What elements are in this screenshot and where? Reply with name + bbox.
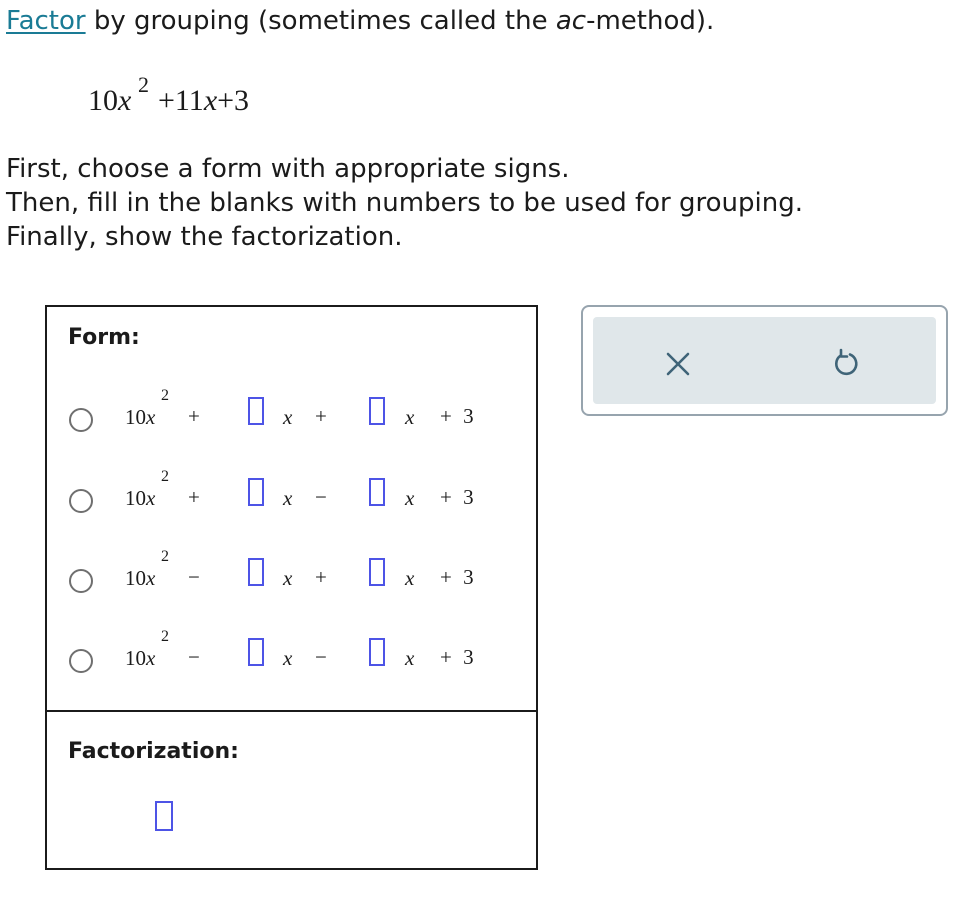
undo-icon (835, 348, 858, 376)
var-1: x (283, 566, 293, 590)
lead-coef: 10 (125, 486, 146, 510)
expr-rest: +11x+3 (158, 84, 250, 117)
sign-1: − (188, 645, 200, 669)
lead-var: x (146, 646, 156, 670)
form-option-radio[interactable] (69, 649, 93, 673)
constant-term: + 3 (440, 485, 474, 509)
factor-link[interactable]: Factor (6, 6, 86, 36)
sign-1: − (188, 565, 200, 589)
var-1: x (283, 486, 293, 510)
prompt-text-2: -method). (586, 6, 715, 36)
lead-exponent: 2 (161, 387, 169, 404)
sign-2: + (315, 565, 327, 589)
problem-prompt: Factor by grouping (sometimes called the… (6, 2, 714, 40)
constant-term: + 3 (440, 404, 474, 428)
undo-button[interactable] (829, 347, 863, 381)
var-2: x (405, 646, 415, 670)
form-label: Form: (68, 325, 140, 350)
sign-2: + (315, 404, 327, 428)
form-option-radio[interactable] (69, 489, 93, 513)
form-option-radio[interactable] (69, 408, 93, 432)
lead-exponent: 2 (161, 628, 169, 645)
blank-input-1[interactable] (248, 397, 264, 425)
instruction-line-1: First, choose a form with appropriate si… (6, 154, 570, 184)
form-option-1[interactable]: 10 x 2 + x + x + 3 (47, 387, 536, 447)
blank-input-1[interactable] (248, 478, 264, 506)
lead-exponent: 2 (161, 468, 169, 485)
constant-term: + 3 (440, 565, 474, 589)
instruction-line-3: Finally, show the factorization. (6, 222, 403, 252)
instructions: First, choose a form with appropriate si… (6, 152, 803, 254)
var-2: x (405, 566, 415, 590)
lead-coef: 10 (125, 566, 146, 590)
blank-input-2[interactable] (369, 397, 385, 425)
var-1: x (283, 646, 293, 670)
answer-toolbox (581, 305, 948, 416)
form-option-4[interactable]: 10 x 2− x − x + 3 (47, 628, 536, 688)
blank-input-1[interactable] (248, 638, 264, 666)
panel-divider (47, 710, 536, 712)
blank-input-1[interactable] (248, 558, 264, 586)
var-1: x (283, 405, 293, 429)
expr-exponent: 2 (138, 72, 149, 97)
form-option-radio[interactable] (69, 569, 93, 593)
factorization-input[interactable] (155, 801, 173, 831)
sign-1: + (188, 485, 200, 509)
var-2: x (405, 486, 415, 510)
lead-coef: 10 (125, 646, 146, 670)
var-2: x (405, 405, 415, 429)
expr-coef: 10x (88, 84, 132, 117)
sign-1: + (188, 404, 200, 428)
instruction-line-2: Then, fill in the blanks with numbers to… (6, 188, 803, 218)
lead-coef: 10 (125, 405, 146, 429)
prompt-italic: ac (555, 6, 587, 36)
lead-exponent: 2 (161, 548, 169, 565)
sign-2: − (315, 485, 327, 509)
clear-button[interactable] (661, 347, 695, 381)
factorization-label: Factorization: (68, 739, 239, 764)
blank-input-2[interactable] (369, 638, 385, 666)
toolbox-background (593, 317, 936, 404)
blank-input-2[interactable] (369, 558, 385, 586)
prompt-text-1: by grouping (sometimes called the (85, 6, 556, 36)
lead-var: x (146, 405, 156, 429)
blank-input-2[interactable] (369, 478, 385, 506)
lead-var: x (146, 486, 156, 510)
answer-panel: Form: 10 x 2 + x + x + 3 10 x 2 + x − x + 3 10 x 2− x + x + 31… (45, 305, 538, 870)
form-option-2[interactable]: 10 x 2 + x − x + 3 (47, 468, 536, 528)
sign-2: − (315, 645, 327, 669)
x-icon (666, 352, 690, 376)
constant-term: + 3 (440, 645, 474, 669)
lead-var: x (146, 566, 156, 590)
form-option-3[interactable]: 10 x 2− x + x + 3 (47, 548, 536, 608)
